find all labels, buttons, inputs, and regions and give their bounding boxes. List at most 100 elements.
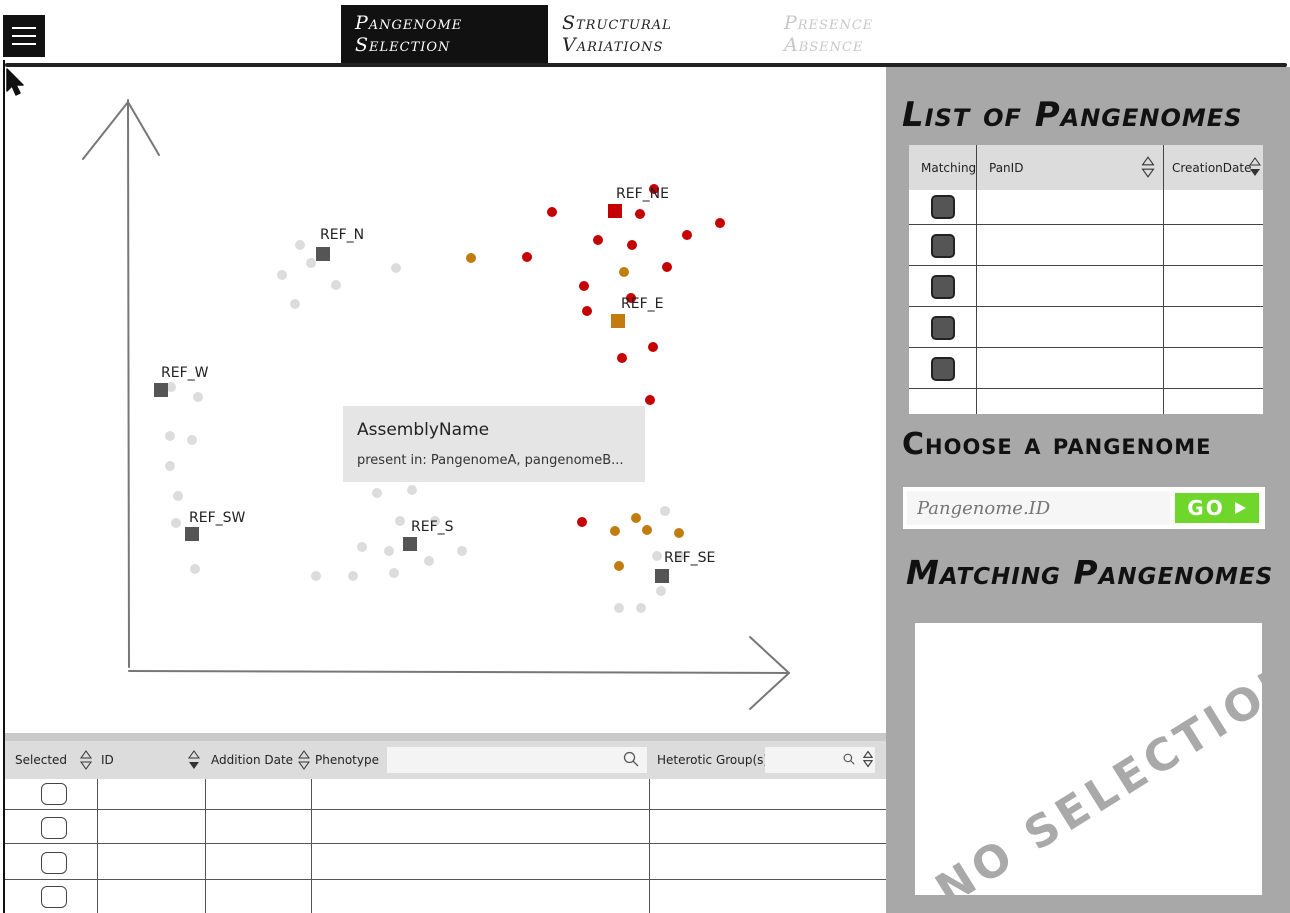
- assembly-point[interactable]: [715, 218, 725, 228]
- assembly-point[interactable]: [635, 209, 645, 219]
- assembly-point[interactable]: [357, 542, 367, 552]
- assembly-point[interactable]: [193, 392, 203, 402]
- assembly-point[interactable]: [290, 299, 300, 309]
- assembly-point[interactable]: [610, 526, 620, 536]
- assembly-point[interactable]: [642, 525, 652, 535]
- tab-pangenome-selection[interactable]: Pangenome Selection: [341, 5, 548, 63]
- assembly-point[interactable]: [577, 517, 587, 527]
- assembly-table: Selected ID Addition Date Phenotype Hete…: [5, 733, 886, 913]
- row-select-checkbox[interactable]: [41, 783, 67, 805]
- matching-checkbox[interactable]: [931, 357, 955, 381]
- reference-marker[interactable]: [655, 569, 669, 583]
- row-divider: [909, 388, 1263, 389]
- assembly-point[interactable]: [547, 207, 557, 217]
- assembly-point[interactable]: [614, 561, 624, 571]
- hamburger-menu-icon[interactable]: [3, 15, 45, 57]
- assembly-point[interactable]: [619, 267, 629, 277]
- assembly-point[interactable]: [682, 230, 692, 240]
- row-select-checkbox[interactable]: [41, 852, 67, 874]
- assembly-point[interactable]: [391, 263, 401, 273]
- sort-icon[interactable]: [298, 749, 310, 771]
- ref-label-sw: REF_SW: [189, 510, 246, 526]
- assembly-point[interactable]: [173, 491, 183, 501]
- row-select-checkbox[interactable]: [41, 817, 67, 839]
- sort-icon[interactable]: [1141, 155, 1155, 179]
- header-creation-date: CreationDate: [1172, 160, 1252, 175]
- assembly-tooltip: AssemblyName present in: PangenomeA, pan…: [343, 406, 645, 482]
- assembly-point[interactable]: [187, 435, 197, 445]
- assembly-point[interactable]: [306, 258, 316, 268]
- assembly-point[interactable]: [165, 461, 175, 471]
- sort-desc-icon[interactable]: [1249, 155, 1261, 179]
- assembly-point[interactable]: [645, 395, 655, 405]
- play-icon: [1234, 502, 1246, 514]
- row-divider: [909, 224, 1263, 225]
- app-window: Pangenome Selection Structural Variation…: [0, 0, 1290, 913]
- assembly-point[interactable]: [165, 431, 175, 441]
- assembly-point[interactable]: [348, 571, 358, 581]
- reference-marker[interactable]: [403, 537, 417, 551]
- assembly-point[interactable]: [331, 280, 341, 290]
- sort-icon[interactable]: [863, 749, 873, 769]
- assembly-point[interactable]: [395, 516, 405, 526]
- reference-marker[interactable]: [154, 383, 168, 397]
- assembly-point[interactable]: [311, 571, 321, 581]
- matching-checkbox[interactable]: [931, 316, 955, 340]
- column-divider: [976, 145, 977, 414]
- assembly-point[interactable]: [466, 253, 476, 263]
- reference-marker[interactable]: [316, 247, 330, 261]
- matching-checkbox[interactable]: [931, 275, 955, 299]
- assembly-point[interactable]: [652, 551, 662, 561]
- heterotic-search-input[interactable]: [765, 747, 875, 773]
- pca-plot[interactable]: REF_NE REF_N REF_E REF_W REF_SW REF_S RE…: [5, 67, 886, 733]
- ref-label-n: REF_N: [320, 227, 365, 243]
- assembly-point[interactable]: [277, 270, 287, 280]
- header-selected: Selected: [15, 753, 68, 767]
- assembly-point[interactable]: [636, 603, 646, 613]
- assembly-point[interactable]: [656, 586, 666, 596]
- assembly-point[interactable]: [627, 240, 637, 250]
- y-axis-arrow: [127, 101, 160, 156]
- reference-marker[interactable]: [611, 314, 625, 328]
- assembly-point[interactable]: [457, 546, 467, 556]
- sort-desc-icon[interactable]: [188, 749, 200, 771]
- assembly-point[interactable]: [522, 252, 532, 262]
- sort-icon[interactable]: [80, 749, 92, 771]
- assembly-point[interactable]: [372, 488, 382, 498]
- reference-marker[interactable]: [185, 527, 199, 541]
- assembly-point[interactable]: [674, 528, 684, 538]
- assembly-point[interactable]: [648, 342, 658, 352]
- row-select-checkbox[interactable]: [41, 886, 67, 908]
- assembly-point[interactable]: [593, 235, 603, 245]
- tab-bar: Pangenome Selection Structural Variation…: [341, 5, 960, 63]
- search-icon: [623, 751, 639, 767]
- assembly-point[interactable]: [631, 513, 641, 523]
- go-label: GO: [1187, 496, 1225, 520]
- pangenome-id-input[interactable]: [907, 491, 1170, 525]
- assembly-point[interactable]: [171, 518, 181, 528]
- tooltip-subtitle: present in: PangenomeA, pangenomeB...: [357, 453, 624, 468]
- assembly-point[interactable]: [582, 306, 592, 316]
- reference-marker[interactable]: [608, 204, 622, 218]
- assembly-point[interactable]: [407, 485, 417, 495]
- tab-presence-absence[interactable]: Presence Absence: [770, 5, 960, 63]
- header-matching: Matching: [921, 160, 977, 175]
- matching-checkbox[interactable]: [931, 234, 955, 258]
- go-button[interactable]: GO: [1175, 493, 1259, 523]
- assembly-point[interactable]: [614, 603, 624, 613]
- assembly-point[interactable]: [579, 281, 589, 291]
- tab-structural-variations[interactable]: Structural Variations: [548, 5, 770, 63]
- header-id: ID: [101, 753, 114, 767]
- matching-checkbox[interactable]: [931, 195, 955, 219]
- assembly-point[interactable]: [295, 240, 305, 250]
- assembly-point[interactable]: [424, 556, 434, 566]
- ref-label-w: REF_W: [161, 365, 209, 381]
- assembly-point[interactable]: [384, 546, 394, 556]
- assembly-point[interactable]: [660, 506, 670, 516]
- assembly-point[interactable]: [389, 568, 399, 578]
- phenotype-search-input[interactable]: [387, 747, 647, 773]
- assembly-point[interactable]: [662, 262, 672, 272]
- x-axis-arrow: [749, 672, 790, 710]
- assembly-point[interactable]: [190, 564, 200, 574]
- assembly-point[interactable]: [617, 353, 627, 363]
